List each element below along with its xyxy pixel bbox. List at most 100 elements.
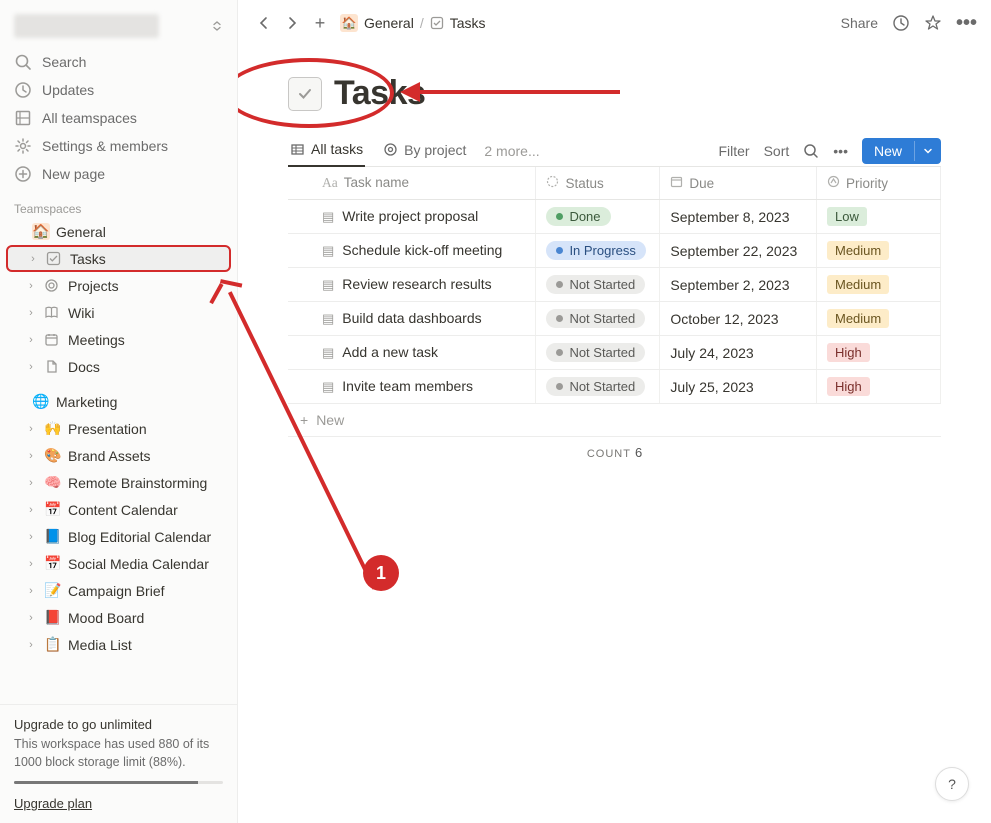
sort-button[interactable]: Sort — [764, 143, 790, 159]
table-row[interactable]: ▤Write project proposalDoneSeptember 8, … — [288, 200, 941, 234]
table-row[interactable]: ▤Invite team membersNot StartedJuly 25, … — [288, 370, 941, 404]
search-icon[interactable] — [803, 143, 819, 159]
priority-chip[interactable]: Medium — [827, 275, 889, 294]
sidebar-item-campaign-brief[interactable]: ›📝Campaign Brief — [6, 577, 231, 604]
sidebar-item-docs[interactable]: ›Docs — [6, 353, 231, 380]
sidebar-item-brand-assets[interactable]: ›🎨Brand Assets — [6, 442, 231, 469]
status-pill[interactable]: Not Started — [546, 275, 645, 294]
home-icon: 🏠 — [340, 14, 358, 32]
sidebar-item-social-media-calendar[interactable]: ›📅Social Media Calendar — [6, 550, 231, 577]
chevron-down-icon[interactable] — [914, 141, 941, 161]
sidebar-item-wiki[interactable]: ›Wiki — [6, 299, 231, 326]
sidebar-item-content-calendar[interactable]: ›📅Content Calendar — [6, 496, 231, 523]
sidebar-item-tasks[interactable]: ›Tasks — [6, 245, 231, 272]
chevron-right-icon: › — [24, 585, 38, 597]
emoji-icon: 📋 — [44, 636, 62, 653]
upgrade-body: This workspace has used 880 of its 1000 … — [14, 736, 223, 771]
task-name: Write project proposal — [342, 208, 478, 224]
sidebar-item-label: Brand Assets — [68, 448, 151, 464]
due-date[interactable]: October 12, 2023 — [660, 302, 817, 336]
more-views-button[interactable]: 2 more... — [484, 143, 539, 159]
more-icon[interactable]: ••• — [956, 12, 977, 35]
priority-chip[interactable]: Low — [827, 207, 867, 226]
emoji-icon: 🧠 — [44, 474, 62, 491]
emoji-icon: 📕 — [44, 609, 62, 626]
breadcrumb-current[interactable]: Tasks — [450, 15, 486, 31]
target-icon — [44, 278, 62, 293]
nav-forward-button[interactable] — [280, 11, 304, 35]
sidebar-item-blog-editorial-calendar[interactable]: ›📘Blog Editorial Calendar — [6, 523, 231, 550]
task-name: Build data dashboards — [342, 310, 481, 326]
due-date[interactable]: July 25, 2023 — [660, 370, 817, 404]
view-tab-by-project[interactable]: By project — [381, 136, 468, 166]
new-button[interactable]: New — [862, 138, 941, 164]
due-date[interactable]: July 24, 2023 — [660, 336, 817, 370]
sidebar-updates[interactable]: Updates — [6, 76, 231, 104]
page-icon-checkbox[interactable] — [288, 77, 322, 111]
sidebar-settings-members[interactable]: Settings & members — [6, 132, 231, 160]
status-pill[interactable]: In Progress — [546, 241, 645, 260]
new-tab-button[interactable]: + — [308, 11, 332, 35]
column-due[interactable]: Due — [660, 167, 817, 200]
column-priority[interactable]: Priority — [817, 167, 941, 200]
sidebar-item-mood-board[interactable]: ›📕Mood Board — [6, 604, 231, 631]
upgrade-panel: Upgrade to go unlimited This workspace h… — [0, 704, 237, 823]
chevron-right-icon: › — [24, 450, 38, 462]
priority-chip[interactable]: Medium — [827, 241, 889, 260]
workspace-name-redacted — [14, 14, 159, 38]
sidebar-item-remote-brainstorming[interactable]: ›🧠Remote Brainstorming — [6, 469, 231, 496]
upgrade-plan-link[interactable]: Upgrade plan — [14, 796, 223, 811]
view-tab-all-tasks[interactable]: All tasks — [288, 135, 365, 167]
star-icon[interactable] — [924, 14, 942, 32]
status-pill[interactable]: Not Started — [546, 377, 645, 396]
table-row[interactable]: ▤Add a new taskNot StartedJuly 24, 2023H… — [288, 336, 941, 370]
teamspace-marketing[interactable]: 🌐 Marketing — [6, 388, 231, 415]
teamspace-general[interactable]: 🏠 General — [6, 218, 231, 245]
sidebar-item-meetings[interactable]: ›Meetings — [6, 326, 231, 353]
status-pill[interactable]: Done — [546, 207, 610, 226]
filter-button[interactable]: Filter — [718, 143, 749, 159]
status-pill[interactable]: Not Started — [546, 343, 645, 362]
menu-label: All teamspaces — [42, 110, 137, 126]
sidebar-all-teamspaces[interactable]: All teamspaces — [6, 104, 231, 132]
table-row[interactable]: ▤Review research resultsNot StartedSepte… — [288, 268, 941, 302]
add-row-button[interactable]: + New — [288, 404, 941, 437]
column-status[interactable]: Status — [536, 167, 660, 200]
page-icon: ▤ — [322, 311, 334, 326]
sidebar-item-label: Social Media Calendar — [68, 556, 209, 572]
more-icon[interactable]: ••• — [833, 143, 848, 159]
table-row[interactable]: ▤ Build data dashboards Not Started October… — [288, 302, 941, 336]
sidebar-item-label: Media List — [68, 637, 132, 653]
priority-chip[interactable]: High — [827, 377, 870, 396]
breadcrumb-parent[interactable]: General — [364, 15, 414, 31]
main-area: + 🏠 General / Tasks Share ••• Tasks — [238, 0, 991, 823]
globe-icon: 🌐 — [32, 393, 50, 410]
tasks-table: AaTask nameStatusDuePriority ▤ Write proj… — [288, 167, 941, 404]
sidebar-new-page[interactable]: New page — [6, 160, 231, 188]
due-date[interactable]: September 2, 2023 — [660, 268, 817, 302]
priority-chip[interactable]: High — [827, 343, 870, 362]
emoji-icon: 📅 — [44, 555, 62, 572]
sidebar: SearchUpdates All teamspaces Settings & me… — [0, 0, 238, 823]
nav-back-button[interactable] — [252, 11, 276, 35]
share-button[interactable]: Share — [841, 15, 878, 31]
table-icon — [290, 142, 305, 157]
sidebar-item-presentation[interactable]: ›🙌Presentation — [6, 415, 231, 442]
column-task-name[interactable]: AaTask name — [288, 167, 536, 200]
workspace-switcher[interactable] — [8, 10, 229, 42]
sidebar-item-media-list[interactable]: ›📋Media List — [6, 631, 231, 658]
table-row[interactable]: ▤Schedule kick-off meetingIn ProgressSep… — [288, 234, 941, 268]
page-title[interactable]: Tasks — [334, 74, 425, 113]
sidebar-item-projects[interactable]: ›Projects — [6, 272, 231, 299]
help-button[interactable]: ? — [935, 767, 969, 801]
sidebar-search[interactable]: Search — [6, 48, 231, 76]
due-date[interactable]: September 8, 2023 — [660, 200, 817, 234]
column-icon — [827, 176, 840, 191]
chevron-right-icon: › — [24, 477, 38, 489]
teamspaces-icon — [14, 109, 32, 127]
priority-chip[interactable]: Medium — [827, 309, 889, 328]
clock-icon[interactable] — [892, 14, 910, 32]
status-pill[interactable]: Not Started — [546, 309, 645, 328]
due-date[interactable]: September 22, 2023 — [660, 234, 817, 268]
menu-label: New page — [42, 166, 105, 182]
